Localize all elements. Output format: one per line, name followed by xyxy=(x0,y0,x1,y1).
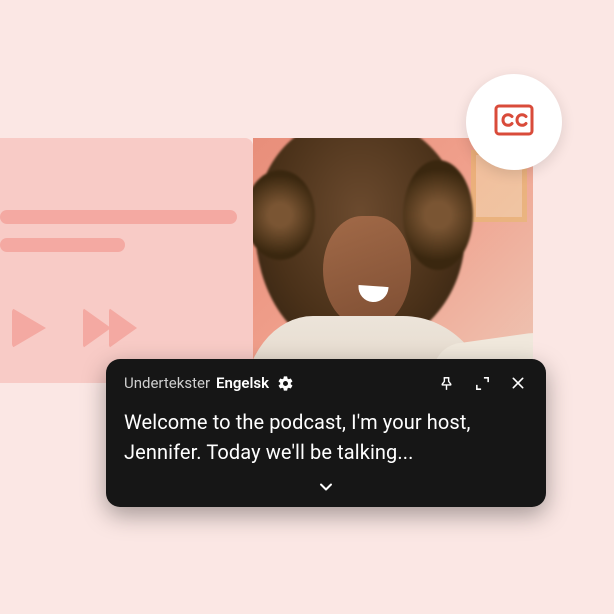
closed-captions-badge[interactable] xyxy=(466,74,562,170)
caption-header: Undertekster Engelsk xyxy=(124,373,528,393)
gear-icon[interactable] xyxy=(275,373,295,393)
cc-icon xyxy=(494,104,534,140)
caption-label: Undertekster xyxy=(124,374,210,392)
caption-language: Engelsk xyxy=(216,374,269,392)
title-placeholder-line xyxy=(0,210,237,224)
caption-text: Welcome to the podcast, I'm your host, J… xyxy=(124,407,528,467)
subtitle-placeholder-line xyxy=(0,238,125,252)
play-icon[interactable] xyxy=(12,308,46,348)
live-caption-panel: Undertekster Engelsk xyxy=(106,359,546,507)
fast-forward-icon[interactable] xyxy=(83,308,135,348)
chevron-down-icon[interactable] xyxy=(316,477,336,497)
pin-icon[interactable] xyxy=(436,373,456,393)
close-icon[interactable] xyxy=(508,373,528,393)
expand-icon[interactable] xyxy=(472,373,492,393)
